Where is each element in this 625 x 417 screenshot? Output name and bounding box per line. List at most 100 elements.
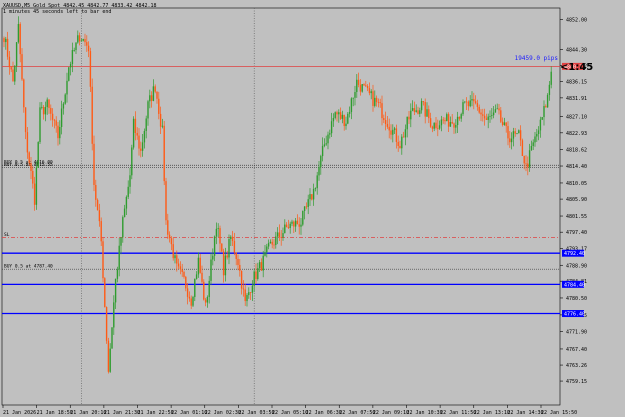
candle-body	[309, 194, 311, 200]
candle-body	[480, 112, 482, 115]
candle-body	[134, 118, 137, 133]
candle-body	[368, 88, 371, 94]
candle-body	[366, 86, 369, 89]
candle-body	[91, 86, 93, 144]
candle-body	[69, 63, 72, 68]
candle-body	[458, 116, 461, 119]
candle-body	[431, 126, 434, 129]
x-tick-label: 22 Jan 06:30	[306, 410, 342, 416]
candle-body	[248, 292, 250, 296]
candle-body	[433, 122, 435, 129]
candle-body	[312, 188, 315, 200]
candle-body	[393, 128, 396, 130]
candle-body	[541, 117, 543, 120]
candle-body	[194, 278, 196, 297]
candle-body	[219, 228, 221, 244]
candle-body	[14, 66, 16, 82]
candle-body	[75, 42, 77, 51]
candle-body	[305, 206, 308, 208]
x-tick-label: 22 Jan 13:10	[474, 410, 510, 416]
candle-body	[170, 238, 173, 245]
candle-body	[138, 135, 140, 149]
candle-body	[105, 307, 108, 341]
candle-body	[545, 106, 547, 108]
candle-body	[525, 163, 527, 165]
candle-body	[163, 125, 165, 182]
candle-body	[233, 241, 236, 253]
candle-body	[397, 141, 399, 146]
candle-body	[80, 40, 83, 42]
y-tick-label: 4827.10	[566, 115, 587, 121]
candle-body	[12, 69, 14, 82]
candle-body	[273, 244, 275, 246]
candle-body	[487, 116, 489, 120]
y-tick-label: 4810.05	[566, 181, 587, 187]
candle-body	[21, 54, 23, 80]
candle-body	[161, 125, 164, 127]
candle-body	[514, 131, 516, 134]
x-tick-label: 21 Jan 2026	[3, 410, 36, 416]
candle-body	[210, 259, 212, 281]
candle-body	[154, 86, 156, 92]
x-tick-label: 22 Jan 02:30	[205, 410, 241, 416]
candle-body	[260, 262, 263, 271]
candle-body	[186, 288, 189, 297]
candle-body	[60, 108, 63, 128]
candle-body	[152, 86, 155, 101]
pips-label: 19459.0 pips	[514, 55, 558, 62]
candle-body	[516, 133, 518, 134]
candle-body	[132, 118, 135, 148]
bar-timer: <1:45	[560, 62, 594, 73]
candle-body	[213, 236, 216, 256]
plot-frame	[1, 7, 561, 406]
candle-body	[280, 237, 282, 238]
candle-body	[195, 274, 198, 279]
candle-body	[314, 188, 317, 189]
candle-body	[251, 285, 254, 293]
candle-body	[24, 107, 27, 133]
candle-body	[127, 186, 129, 197]
candle-body	[501, 121, 504, 125]
candle-body	[237, 258, 239, 265]
candle-body	[395, 128, 398, 142]
candle-body	[460, 114, 462, 119]
candle-body	[246, 295, 248, 302]
candle-body	[64, 94, 66, 104]
candle-body	[348, 111, 351, 114]
candle-body	[347, 113, 349, 124]
y-tick-label: 4805.90	[566, 197, 587, 203]
candle-body	[316, 175, 318, 189]
candle-body	[399, 145, 401, 149]
candle-body	[68, 67, 70, 81]
candle-body	[30, 163, 32, 171]
candle-body	[419, 110, 421, 114]
candle-body	[386, 123, 389, 127]
candle-body	[149, 95, 151, 102]
candle-body	[289, 223, 291, 228]
candle-body	[39, 107, 41, 143]
candle-body	[104, 278, 106, 308]
candle-body	[100, 221, 102, 242]
candle-body	[401, 136, 403, 149]
candle-body	[185, 276, 187, 289]
candle-body	[114, 278, 117, 303]
candle-body	[26, 132, 29, 153]
candle-body	[411, 108, 414, 111]
candle-body	[17, 23, 20, 43]
candle-body	[109, 348, 111, 372]
candle-body	[230, 236, 232, 240]
candle-body	[343, 114, 345, 127]
candle-body	[527, 163, 529, 168]
candle-body	[476, 103, 479, 107]
candle-body	[188, 296, 191, 299]
candle-body	[284, 224, 286, 234]
candle-body	[84, 39, 86, 43]
candle-body	[492, 112, 495, 116]
candle-body	[33, 183, 36, 205]
y-tick-label: 4801.55	[566, 214, 587, 220]
candle-body	[420, 101, 423, 111]
x-tick-label: 22 Jan 15:50	[541, 410, 577, 416]
price-chart[interactable]: 4852.004844.304840.224836.154831.914827.…	[0, 0, 625, 417]
candle-body	[365, 85, 367, 87]
candle-body	[140, 148, 142, 151]
